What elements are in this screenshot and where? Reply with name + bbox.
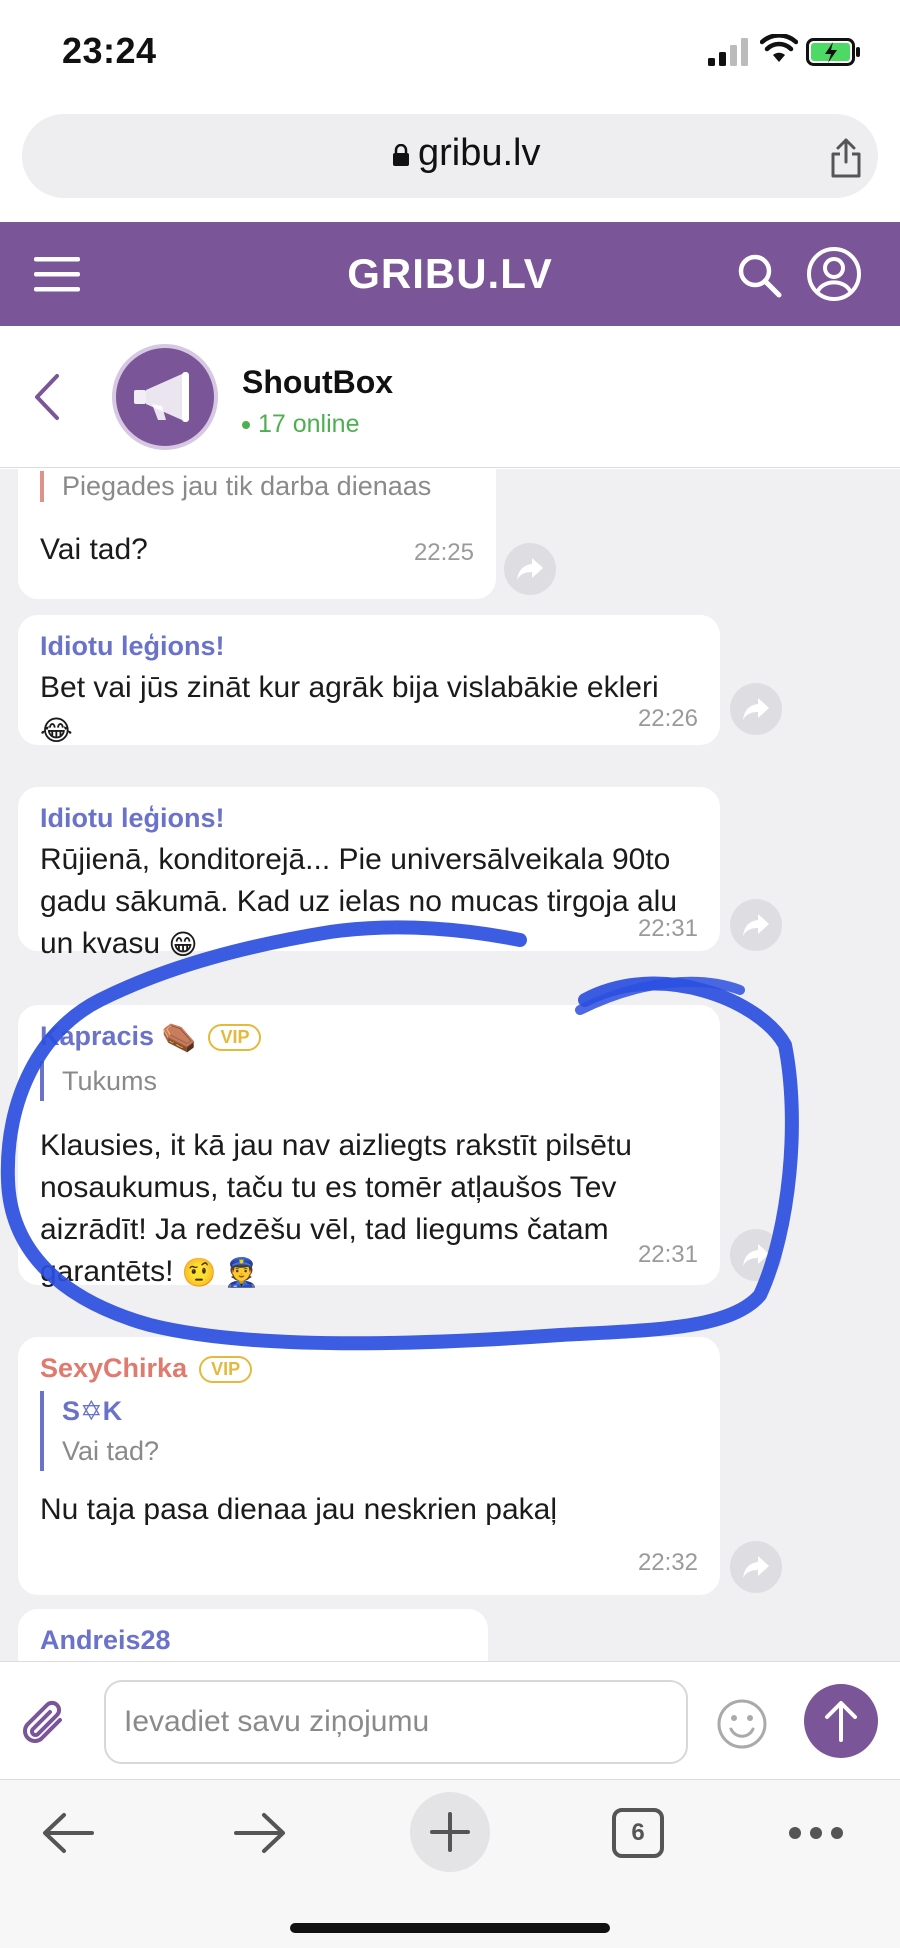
status-bar: 23:24 (0, 0, 900, 105)
forward-arrow-icon (743, 1556, 769, 1578)
arrow-up-icon (825, 1701, 857, 1742)
quote-text: Tukums (62, 1066, 158, 1096)
paperclip-icon[interactable] (20, 1698, 68, 1748)
message-author[interactable]: SexyChirka VIP (40, 1353, 253, 1384)
online-status: 17 online (242, 410, 359, 439)
quote-text: Vai tad? (62, 1436, 160, 1466)
reply-quote: Piegades jau tik darba dienaas (40, 471, 431, 502)
reply-quote: S✡K Vai tad? (40, 1391, 159, 1471)
message-time: 22:31 (637, 1241, 698, 1268)
back-arrow-icon[interactable] (40, 1810, 96, 1856)
message-list[interactable]: Piegades jau tik darba dienaas Vai tad? … (0, 469, 900, 1661)
emoji-picker-icon[interactable] (716, 1698, 768, 1750)
online-count: 17 online (258, 410, 360, 438)
message-text-body: Klausies, it kā jau nav aizliegts rakstī… (40, 1129, 632, 1288)
message-text: Vai tad? (40, 533, 148, 566)
share-icon[interactable] (828, 138, 864, 178)
message-author[interactable]: Idiotu leģions! (40, 631, 224, 662)
message-composer (0, 1661, 900, 1779)
site-header: GRIBU.LV (0, 222, 900, 326)
user-account-icon[interactable] (806, 246, 862, 302)
forward-arrow-icon (517, 558, 543, 580)
forward-arrow-icon (743, 698, 769, 720)
forward-button[interactable] (730, 683, 782, 735)
message-author[interactable]: Idiotu leģions! (40, 803, 224, 834)
home-indicator (290, 1923, 610, 1933)
tab-count-button[interactable]: 6 (612, 1808, 664, 1858)
reply-quote: Tukums (40, 1061, 157, 1101)
forward-button[interactable] (504, 543, 556, 595)
message-bubble[interactable]: Piegades jau tik darba dienaas Vai tad? … (18, 469, 496, 599)
message-bubble[interactable]: Idiotu leģions! Rūjienā, konditorejā... … (18, 787, 720, 960)
status-time: 23:24 (62, 30, 157, 71)
forward-button[interactable] (730, 1541, 782, 1593)
message-text-body: Rūjienā, konditorejā... Pie universālvei… (40, 843, 678, 960)
quote-author: S✡K (62, 1396, 123, 1426)
message-text: Klausies, it kā jau nav aizliegts rakstī… (40, 1125, 710, 1293)
author-name[interactable]: SexyChirka (40, 1353, 187, 1383)
message-time: 22:25 (413, 539, 474, 566)
forward-arrow-icon[interactable] (232, 1810, 288, 1856)
address-bar[interactable]: gribu.lv (22, 114, 878, 198)
send-button[interactable] (804, 1684, 878, 1758)
url-text[interactable]: gribu.lv (418, 132, 541, 175)
raised-eyebrow-police-emoji-icon: 🤨 👮 (181, 1257, 260, 1289)
message-time: 22:32 (637, 1549, 698, 1576)
message-bubble[interactable]: Kapracis ⚰️ VIP Tukums Klausies, it kā ja… (18, 1005, 720, 1288)
laughing-tears-emoji-icon: 😂 (40, 715, 73, 747)
grinning-emoji-icon: 😁 (168, 929, 198, 961)
message-bubble[interactable]: Idiotu leģions! Bet vai jūs zināt kur ag… (18, 615, 720, 745)
message-time: 22:26 (637, 705, 698, 732)
message-author[interactable]: Kapracis ⚰️ VIP (40, 1021, 262, 1053)
vip-badge: VIP (208, 1024, 262, 1052)
message-text: Rūjienā, konditorejā... Pie universālvei… (40, 839, 710, 965)
new-tab-button[interactable] (410, 1792, 490, 1872)
vip-badge: VIP (199, 1356, 253, 1384)
forward-button[interactable] (730, 1229, 782, 1281)
forward-arrow-icon (743, 914, 769, 936)
quote-text: Piegades jau tik darba dienaas (62, 471, 432, 501)
search-icon[interactable] (736, 252, 782, 298)
battery-charging-icon (806, 38, 860, 66)
chat-header: ShoutBox 17 online (0, 326, 900, 468)
message-input[interactable] (104, 1680, 688, 1764)
chat-avatar (112, 344, 218, 450)
coffin-emoji-icon: ⚰️ (161, 1021, 197, 1053)
online-dot-icon (242, 421, 250, 430)
cellular-signal-icon (708, 38, 748, 66)
forward-arrow-icon (743, 1244, 769, 1266)
message-text: Nu taja pasa dienaa jau neskrien pakaļ (40, 1493, 558, 1526)
more-options-icon[interactable] (788, 1826, 844, 1840)
lock-icon (393, 144, 409, 166)
message-bubble[interactable]: Andreis28 (18, 1609, 488, 1661)
forward-button[interactable] (730, 899, 782, 951)
message-time: 22:31 (637, 915, 698, 942)
back-chevron-icon[interactable] (32, 372, 62, 422)
wifi-icon (760, 34, 798, 62)
message-bubble[interactable]: SexyChirka VIP S✡K Vai tad? Nu taja pasa … (18, 1337, 720, 1595)
chat-title: ShoutBox (242, 364, 394, 400)
message-text-body: Bet vai jūs zināt kur agrāk bija vislabā… (40, 671, 659, 704)
plus-icon (430, 1812, 470, 1852)
message-author[interactable]: Andreis28 (40, 1625, 171, 1656)
browser-toolbar: 6 (0, 1779, 900, 1948)
author-name[interactable]: Kapracis (40, 1021, 154, 1051)
message-text: Bet vai jūs zināt kur agrāk bija vislabā… (40, 667, 680, 751)
megaphone-icon (134, 372, 189, 422)
